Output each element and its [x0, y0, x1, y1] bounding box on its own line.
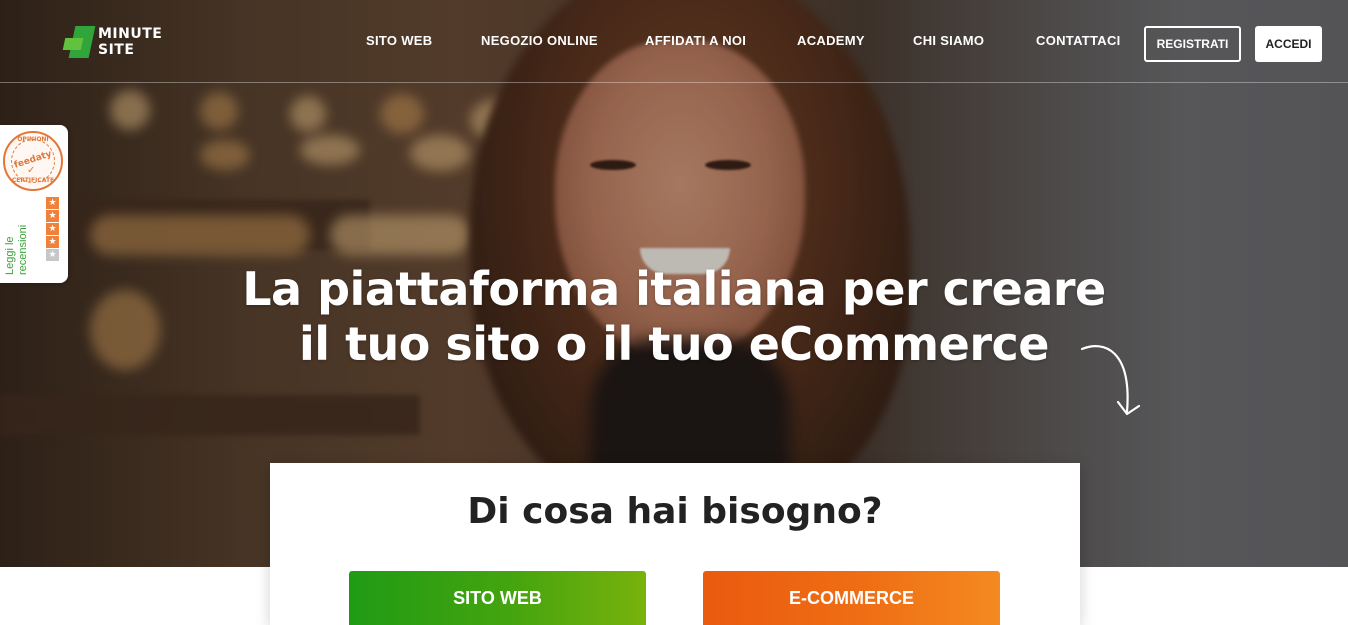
nav-academy[interactable]: ACADEMY — [797, 33, 865, 48]
nav-chi-siamo[interactable]: CHI SIAMO — [913, 33, 984, 48]
logo-line-2: SITE — [98, 42, 135, 58]
nav-sito-web[interactable]: SITO WEB — [366, 33, 432, 48]
minute-site-logo-icon — [62, 26, 96, 58]
curved-arrow-down-icon — [1080, 345, 1141, 416]
feedaty-reviews-widget[interactable]: OPINIONI feedaty ✓ CERTIFICATE Leggi le … — [0, 125, 68, 283]
hero-headline: La piattaforma italiana per creare il tu… — [174, 262, 1174, 372]
star-icon: ★ — [46, 236, 59, 248]
star-icon: ★ — [46, 210, 59, 222]
read-reviews-line-1: Leggi le — [4, 236, 16, 275]
register-button[interactable]: REGISTRATI — [1144, 26, 1241, 62]
login-button[interactable]: ACCEDI — [1255, 26, 1322, 62]
ecommerce-option-button[interactable]: E-COMMERCE — [703, 571, 1000, 625]
star-icon: ★ — [46, 249, 59, 261]
rating-stars: ★ ★ ★ ★ ★ — [46, 197, 59, 261]
read-reviews-link[interactable]: Leggi le recensioni — [4, 145, 30, 275]
logo-line-1: MINUTE — [98, 26, 163, 42]
card-title: Di cosa hai bisogno? — [467, 491, 883, 532]
hero-headline-line-2: il tuo sito o il tuo eCommerce — [299, 317, 1049, 371]
nav-affidati-a-noi[interactable]: AFFIDATI A NOI — [645, 33, 746, 48]
site-logo[interactable]: MINUTE SITE — [62, 24, 174, 60]
star-icon: ★ — [46, 223, 59, 235]
nav-negozio-online[interactable]: NEGOZIO ONLINE — [481, 33, 598, 48]
site-header: MINUTE SITE SITO WEB NEGOZIO ONLINE AFFI… — [0, 0, 1348, 83]
read-reviews-line-2: recensioni — [17, 224, 29, 275]
logo-text: MINUTE SITE — [98, 26, 162, 58]
hero-headline-line-1: La piattaforma italiana per creare — [242, 262, 1106, 316]
website-option-button[interactable]: SITO WEB — [349, 571, 646, 625]
service-choice-card: Di cosa hai bisogno? SITO WEB E-COMMERCE — [270, 463, 1080, 625]
nav-contattaci[interactable]: CONTATTACI — [1036, 33, 1121, 48]
star-icon: ★ — [46, 197, 59, 209]
seal-top-text: OPINIONI — [17, 136, 49, 143]
